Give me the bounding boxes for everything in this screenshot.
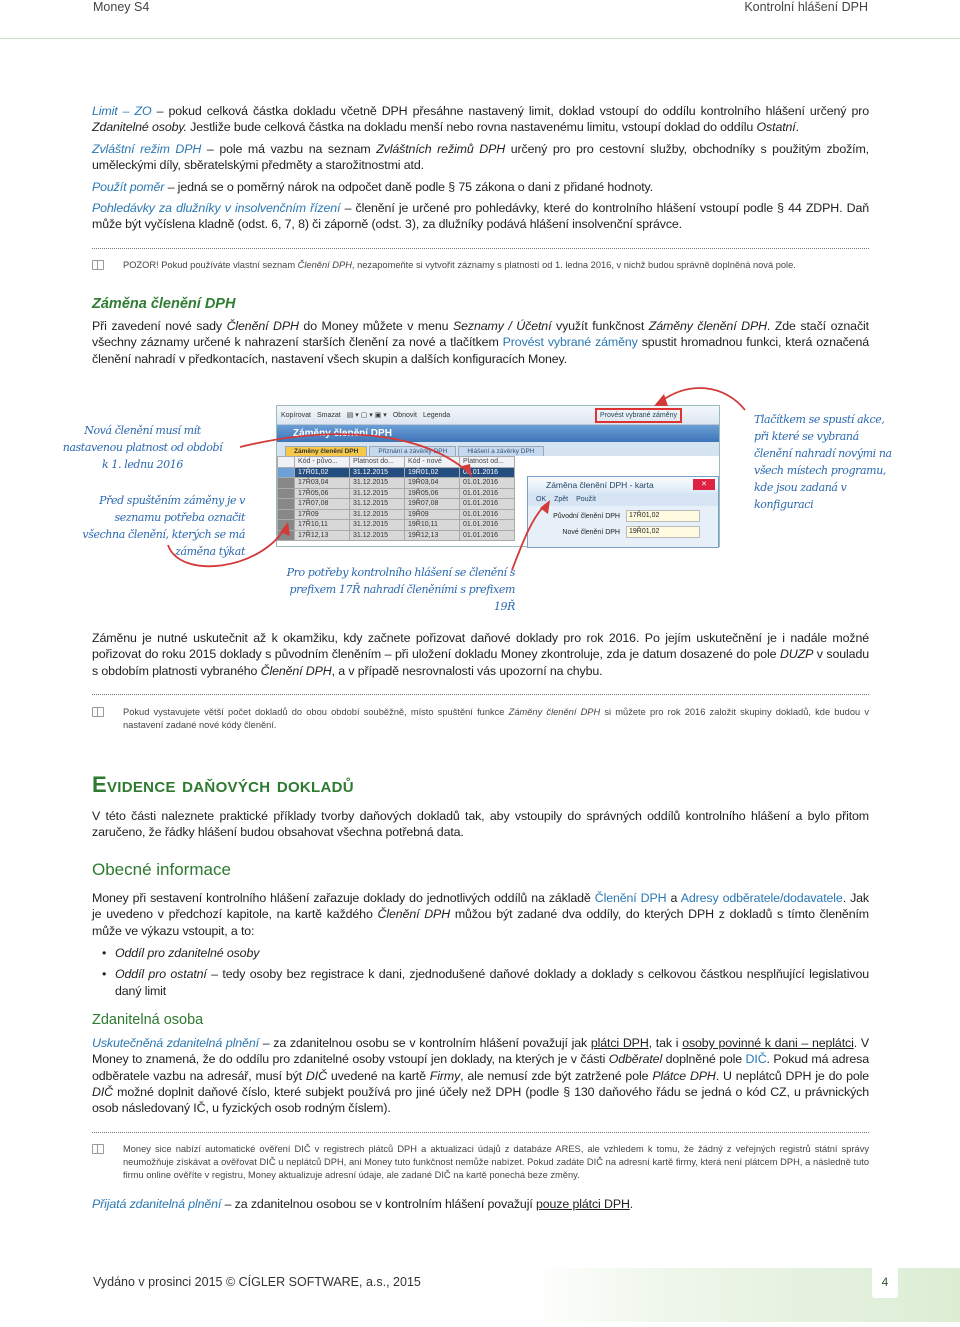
emphasis: Odběratel: [608, 1052, 663, 1067]
emphasis: Plátce DPH: [652, 1068, 716, 1083]
text-run: – pole má vazbu na seznam: [201, 142, 377, 156]
note-text: Money sice nabízí automatické ověření DI…: [123, 1143, 869, 1182]
text-run: Pokud vystavujete větší počet dokladů do…: [123, 707, 509, 717]
para-uskutecnena: Uskutečněná zdanitelná plnění – za zdani…: [92, 1035, 869, 1116]
heading-zdanitelna: Zdanitelná osoba: [92, 1012, 204, 1028]
para-limit: Limit – ZO – pokud celková částka doklad…: [92, 103, 869, 136]
term-link: Uskutečněná zdanitelná plnění: [92, 1036, 259, 1050]
divider: [92, 248, 869, 249]
emphasis: Členění DPH: [260, 663, 332, 678]
note-text: Pokud vystavujete větší počet dokladů do…: [123, 706, 869, 732]
emphasis: Oddíl pro ostatní: [115, 967, 207, 982]
emphasis: Firmy: [429, 1068, 461, 1083]
emphasis: Členění DPH: [377, 907, 451, 922]
para-zamena: Při zavedení nové sady Členění DPH do Mo…: [92, 318, 869, 367]
term-link: Pohledávky za dlužníky v insolvenčním ří…: [92, 201, 341, 215]
annotation-platnost: Nová členění musí mít nastavenou platnos…: [62, 424, 223, 471]
para-evidence: V této části naleznete praktické příklad…: [92, 808, 869, 841]
para-prijata: Přijatá zdanitelná plnění – za zdaniteln…: [92, 1196, 869, 1212]
para-zamenu-nutne: Záměnu je nutné uskutečnit až k okamžiku…: [92, 630, 869, 679]
text-run: , a v případě nesrovnalosti vás upozorní…: [331, 663, 603, 678]
note-pozor: POZOR! Pokud používáte vlastní seznam Čl…: [92, 259, 869, 272]
text-run: uvedené na kartě: [326, 1068, 430, 1083]
text-run: doplněné pole: [662, 1052, 746, 1067]
emphasis: Zdanitelné osoby.: [92, 120, 187, 135]
term-link: Adresy odběratele/dodavatele: [680, 891, 843, 905]
text-run: využít funkčnost: [551, 319, 649, 333]
book-icon: [92, 707, 104, 717]
footer-text: Vydáno v prosinci 2015 © CÍGLER SOFTWARE…: [93, 1275, 421, 1289]
text-run: . U neplátců DPH je do pole: [715, 1068, 870, 1083]
header-right: Kontrolní hlášení DPH: [744, 0, 868, 14]
term-link: DIČ: [745, 1052, 767, 1067]
emphasis: Členění DPH: [297, 260, 352, 270]
text-run: – pokud celková částka dokladu včetně DP…: [151, 104, 870, 118]
text-run: do Money můžete v menu: [298, 319, 453, 333]
term-link: Použít poměr: [92, 180, 165, 194]
heading-obecne: Obecné informace: [92, 860, 231, 879]
text-run: V této části naleznete praktické příklad…: [92, 809, 869, 840]
term-link: Limit – ZO: [92, 104, 152, 118]
text-run: a: [666, 891, 681, 905]
arrow-tlacitko: [659, 387, 746, 411]
emphasis: Záměny členění DPH: [648, 319, 767, 333]
list-item: Oddíl pro ostatní – tedy osoby bez regis…: [92, 966, 869, 999]
para-zvlastni-rezim: Zvláštní režim DPH – pole má vazbu na se…: [92, 141, 869, 174]
emphasis: plátci DPH: [590, 1036, 649, 1050]
header-left: Money S4: [93, 0, 150, 14]
book-icon: [92, 260, 104, 270]
divider: [92, 694, 869, 695]
note-dic: Money sice nabízí automatické ověření DI…: [92, 1143, 869, 1182]
text-run: Jestliže bude celková částka na dokladu …: [186, 120, 757, 135]
para-pohledavky: Pohledávky za dlužníky v insolvenčním ří…: [92, 200, 869, 233]
emphasis: Seznamy / Účetní: [453, 319, 552, 333]
annotation-oznacit: Před spuštěním záměny je v seznamu potře…: [82, 494, 245, 558]
text-run: – za zdanitelnou osobu se v kontrolním h…: [258, 1036, 591, 1050]
text-run: – jedná se o poměrný nárok na odpočet da…: [164, 180, 654, 194]
text-run: – za zdanitelnou osobou se v kontrolním …: [221, 1197, 536, 1211]
emphasis: DIČ: [92, 1084, 113, 1099]
emphasis: Oddíl pro zdanitelné osoby: [115, 946, 260, 960]
text-run: Při zavedení nové sady: [92, 319, 227, 333]
heading-evidence: Evidence daňových dokladů: [92, 772, 354, 797]
arrow-platnost: [239, 433, 469, 473]
list-item: Oddíl pro zdanitelné osoby: [92, 945, 869, 962]
heading-zamena: Záměna členění DPH: [92, 296, 236, 312]
emphasis: Záměny členění DPH: [508, 707, 601, 717]
para-pouzit-pomer: Použít poměr – jedná se o poměrný nárok …: [92, 179, 869, 195]
arrow-prefix: [511, 504, 546, 571]
emphasis: DUZP: [779, 647, 814, 662]
term-link: Provést vybrané záměny: [502, 335, 638, 350]
annotation-tlacitko: Tlačítkem se spustí akce, při které se v…: [754, 413, 892, 511]
header-divider: [0, 38, 960, 39]
divider: [92, 1132, 869, 1133]
text-run: – tedy osoby bez registrace k dani, zjed…: [115, 967, 869, 998]
emphasis: Členění DPH: [226, 319, 299, 333]
text-run: , ale nemusí zde být zatržené pole: [460, 1068, 653, 1083]
text-run: Záměnu je nutné uskutečnit až k okamžiku…: [92, 631, 869, 662]
text-run: .: [795, 120, 799, 135]
text-run: , nezapomeňte si vytvořit záznamy s plat…: [351, 260, 796, 270]
term-link: Zvláštní režim DPH: [92, 142, 202, 156]
note-text: POZOR! Pokud používáte vlastní seznam Čl…: [123, 259, 869, 272]
emphasis: DIČ: [305, 1068, 327, 1083]
section-list: Oddíl pro zdanitelné osoby Oddíl pro ost…: [92, 945, 869, 1004]
emphasis: Ostatní: [756, 120, 796, 135]
text-run: možné doplnit daňové číslo, které subjek…: [92, 1084, 869, 1116]
term-link: Členění DPH: [594, 891, 667, 905]
para-obecne: Money při sestavení kontrolního hlášení …: [92, 890, 869, 939]
note-skupiny: Pokud vystavujete větší počet dokladů do…: [92, 706, 869, 732]
text-run: Money při sestavení kontrolního hlášení …: [92, 891, 595, 905]
emphasis: pouze plátci DPH: [535, 1197, 630, 1211]
emphasis: Zvláštních režimů DPH: [376, 142, 506, 156]
text-run: .: [629, 1197, 634, 1211]
emphasis: osoby povinné k dani – neplátci: [682, 1036, 854, 1050]
annotation-prefix: Pro potřeby kontrolního hlášení se členě…: [286, 566, 516, 613]
text-run: POZOR! Pokud používáte vlastní seznam: [123, 260, 298, 270]
text-run: , tak i: [648, 1036, 683, 1050]
text-run: Money sice nabízí automatické ověření DI…: [123, 1144, 869, 1180]
term-link: Přijatá zdanitelná plnění: [92, 1197, 222, 1211]
book-icon: [92, 1144, 104, 1154]
page-number: 4: [872, 1268, 898, 1298]
